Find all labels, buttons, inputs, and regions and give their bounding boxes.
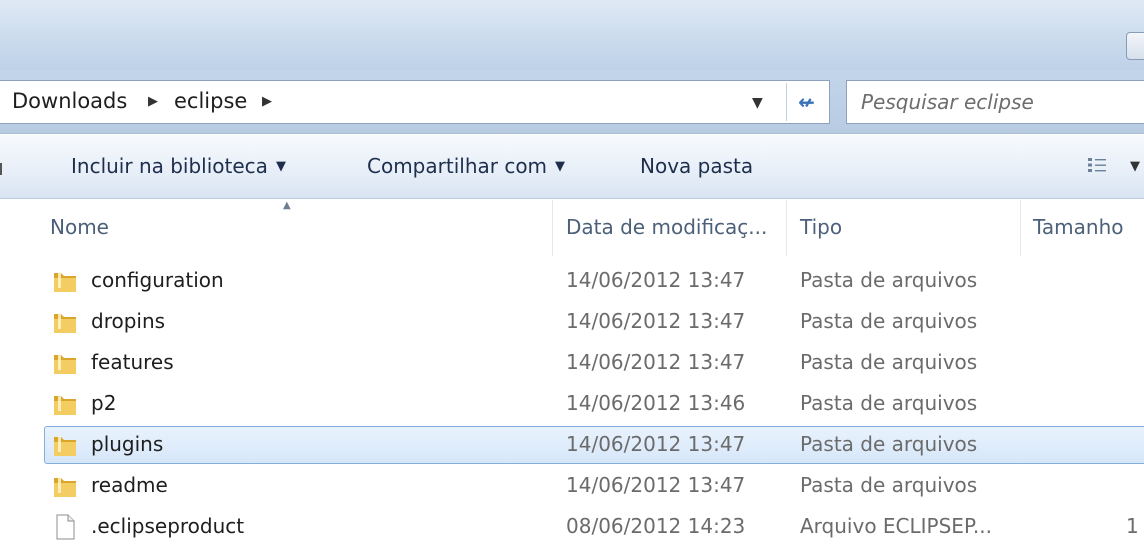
- file-name: .eclipseproduct: [91, 514, 245, 538]
- folder-icon: [54, 477, 76, 497]
- chevron-down-icon: ▼: [555, 159, 566, 174]
- file-name: configuration: [91, 268, 224, 292]
- file-type: Pasta de arquivos: [800, 391, 978, 415]
- file-type: Pasta de arquivos: [800, 350, 978, 374]
- file-type: Pasta de arquivos: [800, 309, 978, 333]
- sort-ascending-icon: ▲: [283, 200, 291, 211]
- file-name: dropins: [91, 309, 166, 333]
- file-date: 14/06/2012 13:47: [566, 309, 746, 333]
- file-name: plugins: [91, 432, 164, 456]
- file-name: readme: [91, 473, 168, 497]
- file-type: Pasta de arquivos: [800, 432, 978, 456]
- file-row-selected[interactable]: plugins 14/06/2012 13:47 Pasta de arquiv…: [0, 426, 1144, 464]
- file-row[interactable]: features 14/06/2012 13:47 Pasta de arqui…: [0, 344, 1144, 382]
- column-divider[interactable]: [786, 200, 787, 256]
- view-options-dropdown-icon[interactable]: ▼: [1130, 159, 1140, 174]
- folder-icon: [54, 354, 76, 374]
- folder-icon: [54, 436, 76, 456]
- organize-edge[interactable]: [0, 163, 4, 175]
- breadcrumb-eclipse[interactable]: eclipse: [174, 89, 247, 113]
- file-date: 14/06/2012 13:47: [566, 350, 746, 374]
- file-name: features: [91, 350, 174, 374]
- file-row[interactable]: p2 14/06/2012 13:46 Pasta de arquivos: [0, 385, 1144, 423]
- file-date: 14/06/2012 13:47: [566, 473, 746, 497]
- folder-icon: [54, 272, 76, 292]
- folder-icon: [54, 395, 76, 415]
- file-type: Arquivo ECLIPSEP...: [800, 514, 992, 538]
- file-date: 14/06/2012 13:47: [566, 268, 746, 292]
- address-bar[interactable]: Downloads ▶ eclipse ▶ ▼ ↚: [0, 80, 830, 124]
- include-library-button[interactable]: Incluir na biblioteca ▼: [71, 154, 286, 178]
- column-divider[interactable]: [552, 200, 553, 256]
- column-header-name[interactable]: Nome: [50, 215, 109, 239]
- file-row[interactable]: .eclipseproduct 08/06/2012 14:23 Arquivo…: [0, 508, 1144, 546]
- share-with-label: Compartilhar com: [367, 154, 548, 178]
- minimize-button[interactable]: [1126, 32, 1144, 60]
- file-row[interactable]: configuration 14/06/2012 13:47 Pasta de …: [0, 262, 1144, 300]
- file-icon: [56, 514, 75, 540]
- address-dropdown-icon[interactable]: ▼: [752, 95, 763, 111]
- breadcrumb-chevron-icon[interactable]: ▶: [148, 94, 158, 109]
- refresh-button[interactable]: ↚: [786, 83, 826, 121]
- file-date: 14/06/2012 13:47: [566, 432, 746, 456]
- column-header-date[interactable]: Data de modificaç...: [566, 215, 767, 239]
- command-bar: Incluir na biblioteca ▼ Compartilhar com ▼…: [0, 135, 1144, 199]
- file-type: Pasta de arquivos: [800, 473, 978, 497]
- file-type: Pasta de arquivos: [800, 268, 978, 292]
- address-row: Downloads ▶ eclipse ▶ ▼ ↚: [0, 70, 1144, 134]
- file-row[interactable]: readme 14/06/2012 13:47 Pasta de arquivo…: [0, 467, 1144, 505]
- file-date: 14/06/2012 13:46: [566, 391, 746, 415]
- file-name: p2: [91, 391, 117, 415]
- column-header-size[interactable]: Tamanho: [1033, 215, 1124, 239]
- file-size: 1 KB: [1126, 514, 1144, 538]
- breadcrumb-downloads[interactable]: Downloads: [12, 89, 127, 113]
- breadcrumb-chevron-icon[interactable]: ▶: [262, 94, 272, 109]
- share-with-button[interactable]: Compartilhar com ▼: [367, 154, 565, 178]
- column-header-type[interactable]: Tipo: [800, 215, 842, 239]
- chevron-down-icon: ▼: [275, 159, 286, 174]
- new-folder-button[interactable]: Nova pasta: [640, 154, 753, 178]
- file-row[interactable]: dropins 14/06/2012 13:47 Pasta de arquiv…: [0, 303, 1144, 341]
- refresh-icon: ↚: [798, 90, 815, 114]
- search-box[interactable]: [846, 80, 1144, 124]
- folder-icon: [54, 313, 76, 333]
- new-folder-label: Nova pasta: [640, 154, 754, 178]
- window-titlebar: [0, 0, 1144, 70]
- include-library-label: Incluir na biblioteca: [71, 154, 268, 178]
- column-divider[interactable]: [1020, 200, 1021, 256]
- search-input[interactable]: [861, 87, 1131, 117]
- view-options-icon[interactable]: [1088, 157, 1106, 173]
- column-headers: ▲ Nome Data de modificaç... Tipo Tamanho: [0, 200, 1144, 256]
- file-date: 08/06/2012 14:23: [566, 514, 746, 538]
